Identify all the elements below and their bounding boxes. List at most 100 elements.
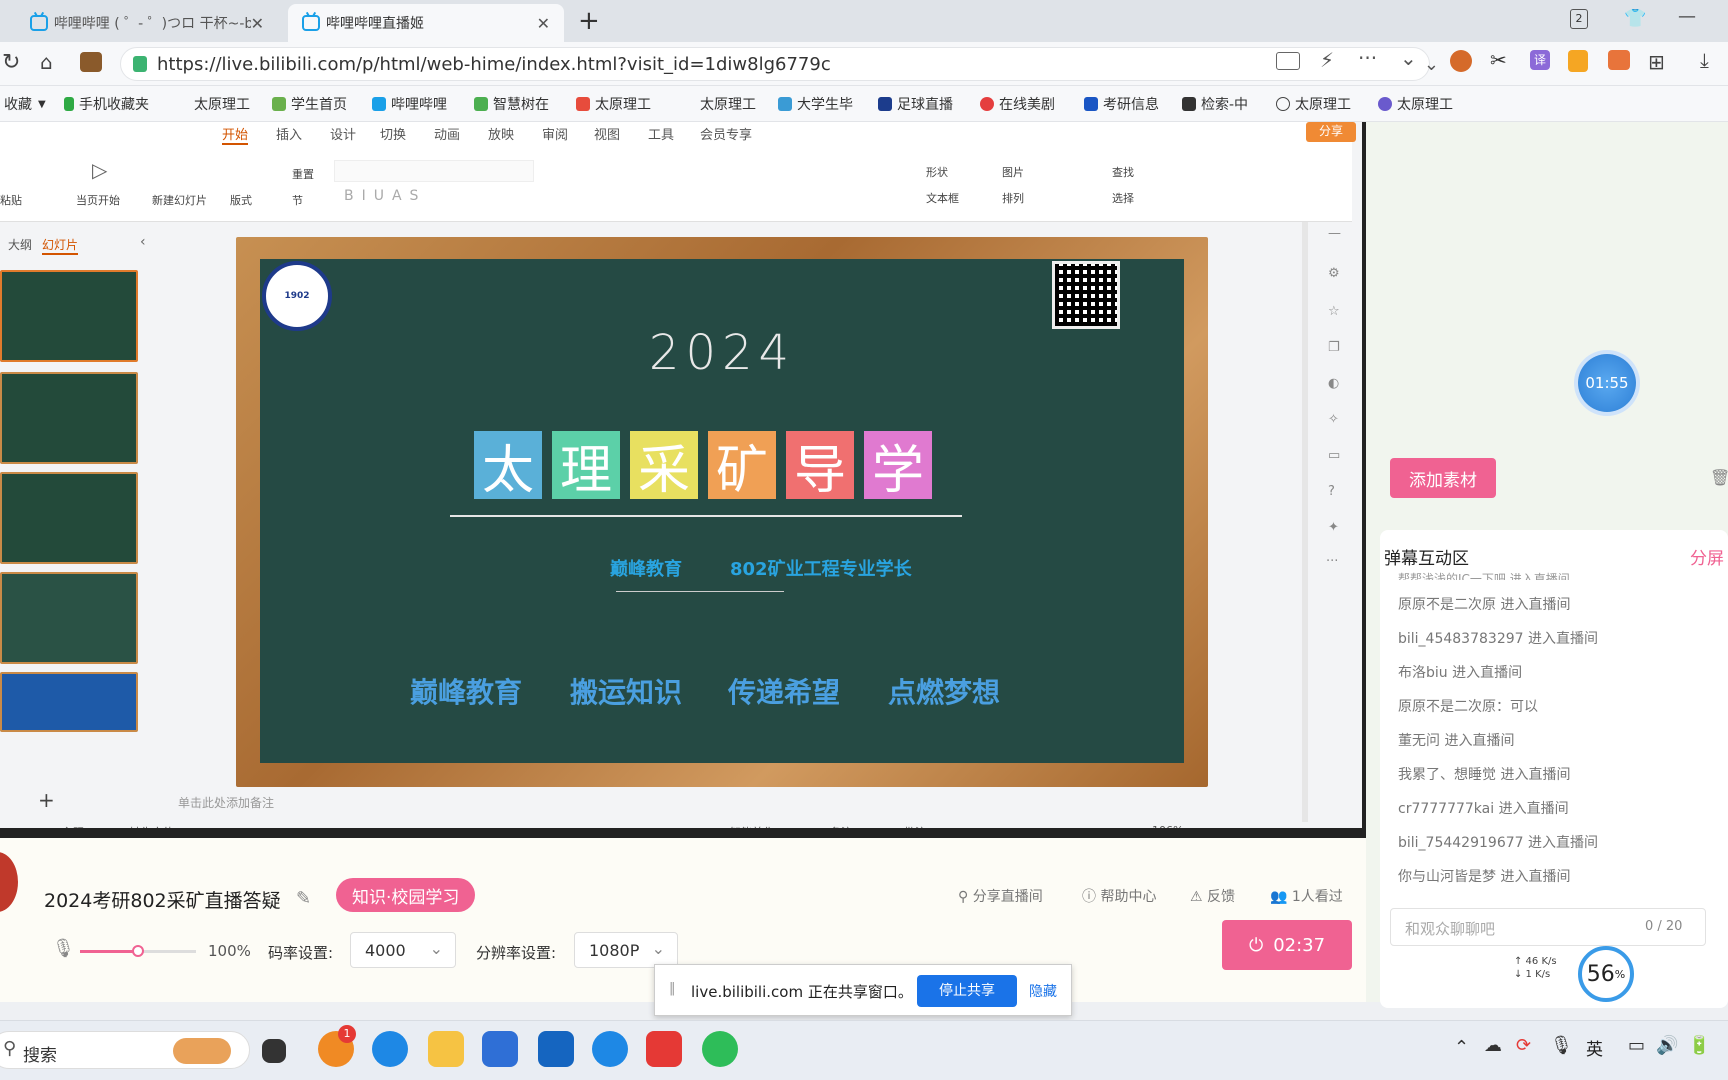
bookmark-item[interactable]: 在线美剧 <box>980 94 1055 114</box>
shield-icon[interactable] <box>1568 50 1588 72</box>
menu-animation[interactable]: 动画 <box>434 124 460 143</box>
bookmark-item[interactable]: 智慧树在 <box>474 94 549 114</box>
star-icon[interactable]: ☆ <box>1328 304 1340 319</box>
battery-icon[interactable]: 🔋 <box>1688 1035 1710 1056</box>
bookmark-item[interactable]: 考研信息 <box>1084 94 1159 114</box>
edge-icon[interactable] <box>372 1031 408 1067</box>
chevron-down-icon[interactable]: ⌄ <box>1424 54 1439 75</box>
microphone-icon[interactable]: 🎙 <box>52 938 75 959</box>
share-button[interactable]: 分享 <box>1306 122 1356 142</box>
picture-button[interactable]: 图片 <box>1002 164 1024 180</box>
add-slide-button[interactable]: + <box>38 788 55 812</box>
new-slide-button[interactable]: 新建幻灯片 <box>152 192 207 208</box>
edit-icon[interactable]: ✎ <box>296 888 311 909</box>
select-button[interactable]: 选择 <box>1112 190 1134 206</box>
url-field[interactable]: https://live.bilibili.com/p/html/web-him… <box>120 47 1439 81</box>
mail-icon[interactable] <box>482 1031 518 1067</box>
lightning-icon[interactable]: ⚡ <box>1320 48 1334 72</box>
bitrate-select[interactable]: 4000 ⌄ <box>350 932 456 968</box>
menu-view[interactable]: 视图 <box>594 124 620 143</box>
font-select[interactable] <box>334 160 534 182</box>
tab-live-hime[interactable]: 哔哩哔哩直播姬 ✕ <box>288 4 564 42</box>
drag-handle[interactable]: ‖ <box>669 981 676 996</box>
new-tab-button[interactable]: + <box>578 6 600 36</box>
language-indicator[interactable]: 英 <box>1586 1035 1603 1060</box>
microphone-icon[interactable]: 🎙 <box>1550 1035 1573 1056</box>
adjust-icon[interactable]: ⚙ <box>1328 266 1340 281</box>
bookmark-item[interactable]: 太原理工 <box>194 94 250 114</box>
trash-icon[interactable]: 🗑 <box>1710 468 1728 487</box>
bookmark-item[interactable]: 学生首页 <box>272 94 347 114</box>
folder-icon[interactable] <box>428 1031 464 1067</box>
bookmark-item[interactable]: 检索-中 <box>1182 94 1248 114</box>
chevron-down-icon[interactable]: ⌄ <box>1400 46 1417 70</box>
start-current-button[interactable]: 当页开始 <box>76 192 120 208</box>
avatar[interactable] <box>0 852 18 912</box>
menu-transition[interactable]: 切换 <box>380 124 406 143</box>
cloud-icon[interactable]: ☁ <box>1484 1035 1502 1056</box>
book-icon[interactable]: ▭ <box>1328 448 1340 463</box>
bookmark-item[interactable]: 收藏 ▼ <box>4 94 46 114</box>
notes-placeholder[interactable]: 单击此处添加备注 <box>178 794 274 811</box>
scissors-icon[interactable]: ✂ <box>1490 48 1507 72</box>
hide-button[interactable]: 隐藏 <box>1029 981 1057 1001</box>
menu-insert[interactable]: 插入 <box>276 124 302 143</box>
sync-icon[interactable]: ⟳ <box>1516 1035 1531 1056</box>
bookmark-item[interactable]: 太原理工 <box>1378 94 1453 114</box>
tab-count-icon[interactable]: 2 <box>1570 9 1588 29</box>
more-icon[interactable]: ··· <box>1326 554 1338 569</box>
bookmark-item[interactable]: 哔哩哔哩 <box>372 94 447 114</box>
category-tag[interactable]: 知识·校园学习 <box>336 878 476 912</box>
bookmark-item[interactable]: 太原理工 <box>1276 94 1351 114</box>
share-live-button[interactable]: ⚲ 分享直播间 <box>958 886 1043 906</box>
menu-slideshow[interactable]: 放映 <box>488 124 514 143</box>
slide-thumbnail[interactable] <box>0 270 138 362</box>
font-style-buttons[interactable]: BIUAS <box>344 188 426 204</box>
slide-thumbnail[interactable] <box>0 672 138 732</box>
outline-tab[interactable]: 大纲 <box>8 236 32 253</box>
help-center-button[interactable]: ⓘ 帮助中心 <box>1082 886 1156 906</box>
resolution-select[interactable]: 1080P ⌄ <box>574 932 678 968</box>
screen-icon[interactable] <box>1276 52 1300 70</box>
reset-button[interactable]: 重置 <box>292 166 314 182</box>
search-box[interactable]: ⚲ 搜索 <box>0 1031 250 1069</box>
wps-icon[interactable] <box>646 1031 682 1067</box>
tab-bilibili-home[interactable]: 哔哩哔哩 ( ゜- ゜)つロ 干杯~-b ✕ <box>16 4 278 42</box>
home-icon[interactable]: ⌂ <box>40 50 53 74</box>
slide-thumbnail[interactable] <box>0 472 138 564</box>
download-icon[interactable]: ⤓ <box>1700 48 1709 72</box>
stop-live-button[interactable]: ⏻ 02:37 <box>1222 920 1352 970</box>
play-icon[interactable]: ▷ <box>92 158 107 182</box>
copy-icon[interactable]: ❐ <box>1328 340 1340 355</box>
stop-sharing-button[interactable]: 停止共享 <box>917 975 1017 1007</box>
app-icon[interactable]: 1 <box>318 1025 356 1067</box>
minimize-button[interactable]: — <box>1678 6 1696 27</box>
section-button[interactable]: 节 <box>292 192 303 208</box>
slides-tab[interactable]: 幻灯片 <box>42 236 79 255</box>
chat-input[interactable]: 和观众聊聊吧 0 / 20 <box>1390 908 1706 946</box>
more-icon[interactable]: ··· <box>1358 46 1377 70</box>
menu-tools[interactable]: 工具 <box>648 124 674 143</box>
close-icon[interactable]: ✕ <box>537 14 550 33</box>
chevron-up-icon[interactable]: ⌃ <box>1454 1037 1469 1058</box>
task-view-icon[interactable] <box>262 1039 286 1063</box>
translate-icon[interactable]: 译 <box>1530 50 1550 70</box>
close-icon[interactable]: ✕ <box>251 14 264 33</box>
slide-canvas[interactable]: 1902 2024 太 理 采 矿 导 学 巅峰教育 802矿业工程专业学长 巅… <box>236 237 1208 787</box>
shape-button[interactable]: 形状 <box>926 164 948 180</box>
browser-icon[interactable] <box>702 1031 738 1067</box>
tool-icon[interactable]: ✦ <box>1328 520 1339 535</box>
bookmark-item[interactable]: 太原理工 <box>576 94 651 114</box>
menu-member[interactable]: 会员专享 <box>700 124 752 143</box>
bookmark-item[interactable]: 太原理工 <box>700 94 756 114</box>
scrollbar[interactable] <box>1302 222 1308 822</box>
split-screen-button[interactable]: 分屏 <box>1690 544 1724 569</box>
palette-icon[interactable]: ◐ <box>1328 376 1339 391</box>
refresh-icon[interactable]: ↻ <box>2 50 20 75</box>
find-button[interactable]: 查找 <box>1112 164 1134 180</box>
bookmark-item[interactable]: 手机收藏夹 <box>64 94 149 114</box>
shirt-icon[interactable]: 👕 <box>1624 8 1646 29</box>
layout-button[interactable]: 版式 <box>230 192 252 208</box>
speaker-icon[interactable]: 🔊 <box>1656 1035 1678 1056</box>
textbox-button[interactable]: 文本框 <box>926 190 959 206</box>
